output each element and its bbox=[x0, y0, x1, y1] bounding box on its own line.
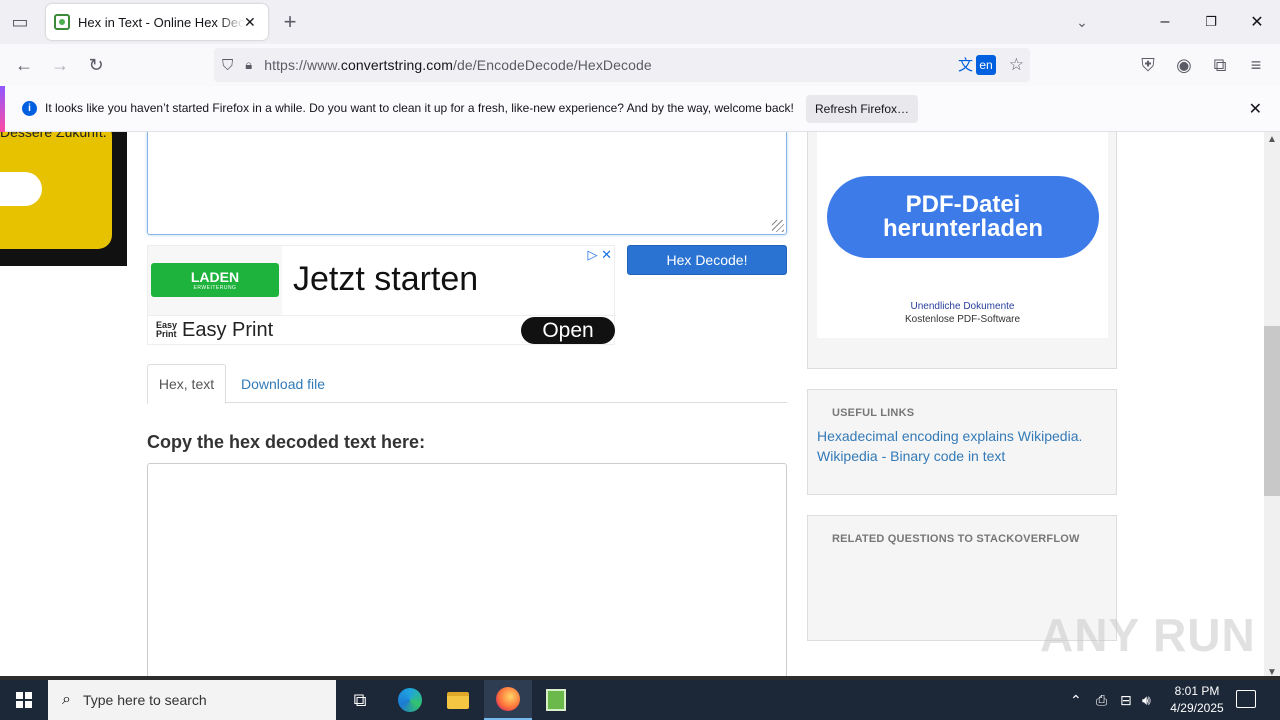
sidebar-ad-panel: PDF-Datei herunterladen Unendliche Dokum… bbox=[807, 132, 1117, 369]
pdf-download-button[interactable]: PDF-Datei herunterladen bbox=[827, 176, 1099, 258]
related-questions-title: RELATED QUESTIONS TO STACKOVERFLOW bbox=[832, 533, 1080, 545]
hex-input-textarea[interactable] bbox=[147, 132, 787, 235]
clock-time: 8:01 PM bbox=[1174, 684, 1220, 698]
network-icon[interactable]: ⊟ bbox=[1120, 680, 1132, 720]
white-pill bbox=[0, 172, 42, 206]
ad-banner[interactable]: LADEN ERWEITERUNG Jetzt starten ▷ ✕ Easy… bbox=[147, 245, 616, 345]
page-content: Dessere Zukunft. LADEN ERWEITERUNG Jetzt… bbox=[0, 132, 1264, 680]
pdf-ad-line2: Kostenlose PDF-Software bbox=[904, 314, 1021, 325]
tab-title: Hex in Text - Online Hex Decoder bbox=[78, 14, 244, 30]
left-ad-text: Dessere Zukunft. bbox=[0, 132, 107, 140]
edge-taskbar-button[interactable] bbox=[386, 680, 434, 720]
scroll-up-icon[interactable]: ▲ bbox=[1267, 134, 1277, 145]
notification-bar: i It looks like you haven’t started Fire… bbox=[0, 86, 1280, 132]
firefox-view-icon[interactable]: ▭ bbox=[4, 6, 36, 38]
folder-icon bbox=[447, 691, 469, 709]
firefox-icon bbox=[496, 687, 520, 711]
ad-open-button[interactable]: Open bbox=[521, 317, 615, 344]
bookmark-star-icon[interactable]: ☆ bbox=[1009, 55, 1024, 75]
url-text[interactable]: https://www.convertstring.com/de/EncodeD… bbox=[264, 57, 652, 73]
refresh-firefox-button[interactable]: Refresh Firefox… bbox=[806, 95, 918, 123]
ad-headline: Jetzt starten bbox=[293, 260, 479, 298]
hex-decode-button[interactable]: Hex Decode! bbox=[627, 245, 787, 275]
notification-accent bbox=[0, 86, 5, 132]
translate-lang-badge: en bbox=[976, 54, 996, 75]
output-tabs: Hex, text Download file bbox=[147, 364, 787, 404]
start-button[interactable] bbox=[0, 680, 48, 720]
tracking-shield-icon[interactable]: ⛉ bbox=[222, 57, 233, 74]
firefox-taskbar-button[interactable] bbox=[484, 680, 532, 720]
translate-button[interactable]: 文 en bbox=[958, 54, 996, 75]
search-placeholder: Type here to search bbox=[82, 692, 207, 708]
info-icon: i bbox=[22, 101, 37, 116]
pdf-ad[interactable]: PDF-Datei herunterladen Unendliche Dokum… bbox=[817, 132, 1108, 338]
notepad-icon bbox=[546, 689, 566, 711]
decoded-output-textarea[interactable] bbox=[147, 463, 787, 680]
pdf-ad-line1: Unendliche Dokumente bbox=[910, 301, 1015, 312]
ad-choices-icon[interactable]: ▷ ✕ bbox=[587, 247, 612, 263]
navigation-toolbar: ← → ↻ ⛉ 🔒︎ https://www.convertstring.com… bbox=[0, 44, 1280, 86]
tab-strip: ▭ Hex in Text - Online Hex Decoder ✕ + ⌄… bbox=[0, 0, 1280, 44]
volume-icon[interactable]: 🔊︎ bbox=[1142, 680, 1151, 720]
useful-links-title: USEFUL LINKS bbox=[832, 407, 915, 419]
back-icon[interactable]: ← bbox=[8, 49, 40, 81]
tab-download-file[interactable]: Download file bbox=[241, 376, 325, 392]
lock-icon[interactable]: 🔒︎ bbox=[245, 57, 252, 73]
forward-icon[interactable]: → bbox=[44, 49, 76, 81]
edge-icon bbox=[398, 688, 422, 712]
taskbar-search-box[interactable]: ⌕ Type here to search bbox=[48, 680, 336, 720]
task-view-button[interactable]: ⧉ bbox=[336, 680, 384, 720]
resize-grip-icon[interactable] bbox=[772, 220, 784, 232]
ad-brand: Easy Print bbox=[182, 319, 274, 341]
notification-close-icon[interactable]: ✕ bbox=[1249, 99, 1262, 119]
easy-print-logo: Easy Print bbox=[156, 320, 178, 339]
pocket-icon[interactable]: ⛨ bbox=[1132, 49, 1164, 81]
pdf-ad-subtext: Unendliche Dokumente Kostenlose PDF-Soft… bbox=[817, 300, 1108, 326]
reload-icon[interactable]: ↻ bbox=[80, 49, 112, 81]
site-favicon-icon bbox=[54, 14, 70, 30]
scrollbar-thumb[interactable] bbox=[1264, 326, 1280, 496]
device-icon[interactable]: ⎙ bbox=[1096, 680, 1107, 720]
link-hex-wikipedia[interactable]: Hexadecimal encoding explains Wikipedia. bbox=[817, 428, 1082, 444]
restore-icon[interactable]: ❐ bbox=[1188, 0, 1234, 44]
laden-sub: ERWEITERUNG bbox=[193, 284, 237, 291]
tab-close-icon[interactable]: ✕ bbox=[244, 14, 256, 31]
tab-hex-text[interactable]: Hex, text bbox=[147, 364, 226, 404]
explorer-taskbar-button[interactable] bbox=[434, 680, 482, 720]
ad-divider bbox=[148, 315, 616, 316]
list-tabs-chevron-icon[interactable]: ⌄ bbox=[1066, 6, 1098, 38]
translate-icon: 文 bbox=[957, 57, 973, 74]
left-ad-image[interactable]: Dessere Zukunft. bbox=[0, 132, 127, 266]
link-binary-wikipedia[interactable]: Wikipedia - Binary code in text bbox=[817, 448, 1005, 464]
minimize-icon[interactable]: – bbox=[1142, 0, 1188, 44]
clock-date: 4/29/2025 bbox=[1170, 701, 1224, 715]
windows-logo-icon bbox=[16, 692, 32, 708]
window-close-icon[interactable]: ✕ bbox=[1234, 0, 1280, 44]
browser-tab[interactable]: Hex in Text - Online Hex Decoder ✕ bbox=[46, 4, 268, 40]
tray-chevron-icon[interactable]: ⌃ bbox=[1070, 680, 1082, 720]
account-icon[interactable]: ◉ bbox=[1168, 49, 1200, 81]
anyrun-watermark: ANY RUN bbox=[1040, 609, 1256, 661]
output-heading: Copy the hex decoded text here: bbox=[147, 432, 426, 452]
useful-links-panel: USEFUL LINKS Hexadecimal encoding explai… bbox=[807, 389, 1117, 495]
new-tab-icon[interactable]: + bbox=[274, 6, 306, 38]
laden-label: LADEN bbox=[190, 268, 240, 285]
url-bar[interactable]: ⛉ 🔒︎ https://www.convertstring.com/de/En… bbox=[214, 48, 1030, 82]
windows-taskbar: ⌕ Type here to search ⧉ ⌃ ⎙ ⊟ 🔊︎ 8:01 PM… bbox=[0, 680, 1280, 720]
extensions-icon[interactable]: ⧉ bbox=[1204, 49, 1236, 81]
menu-icon[interactable]: ≡ bbox=[1240, 49, 1272, 81]
notepad-taskbar-button[interactable] bbox=[532, 680, 580, 720]
taskbar-clock[interactable]: 8:01 PM 4/29/2025 bbox=[1164, 683, 1230, 717]
laden-button[interactable]: LADEN ERWEITERUNG bbox=[151, 263, 279, 297]
notification-message: It looks like you haven’t started Firefo… bbox=[45, 101, 794, 115]
search-icon: ⌕ bbox=[62, 691, 71, 708]
task-view-icon: ⧉ bbox=[353, 689, 367, 710]
action-center-icon[interactable] bbox=[1236, 690, 1256, 708]
